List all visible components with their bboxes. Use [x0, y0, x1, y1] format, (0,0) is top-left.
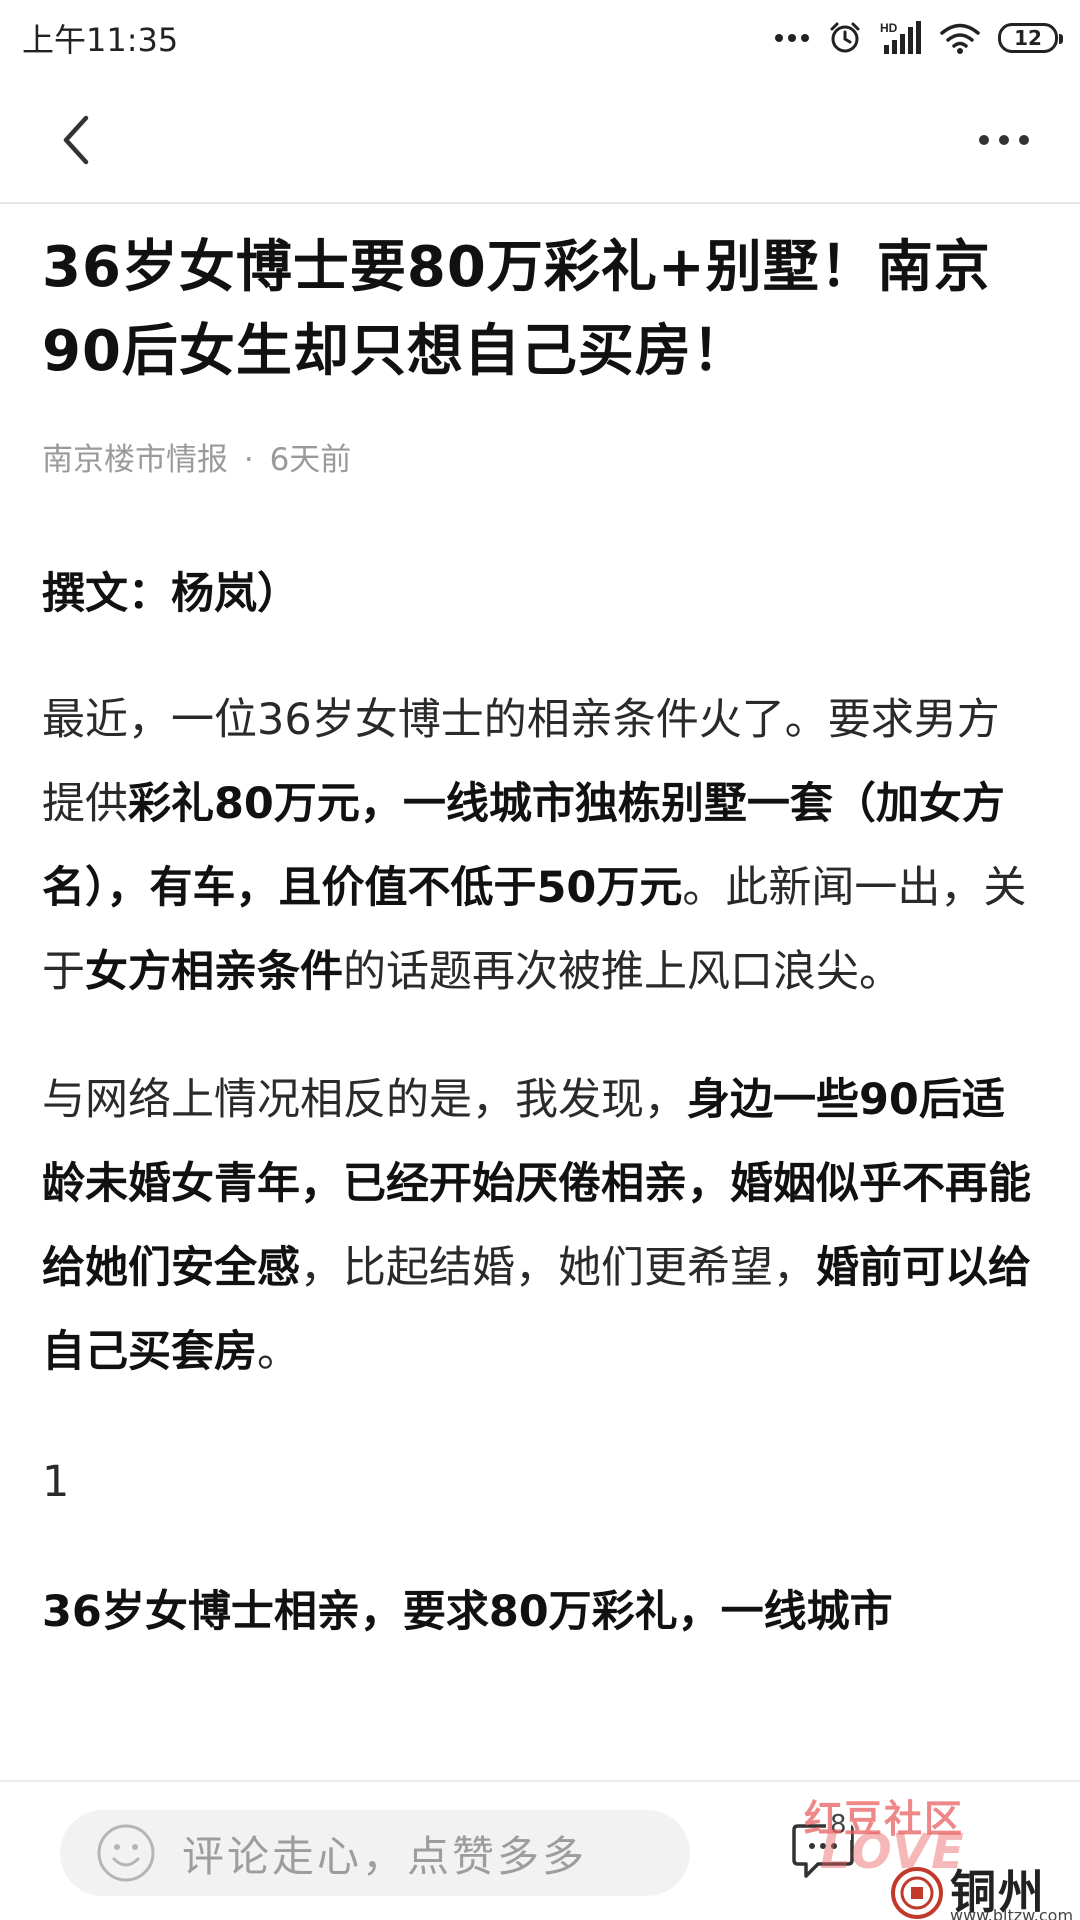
article-page: 上午11:35 HD 12 36岁女博士要80万彩礼+别墅！南京90后女生却只想…: [0, 0, 1080, 1920]
paragraph-2-text-c: ，比起结婚，她们更希望，: [300, 1243, 816, 1293]
article-time: 6天前: [269, 442, 352, 478]
section-number: 1: [42, 1457, 70, 1507]
more-horizontal-icon: [979, 135, 1029, 145]
status-icons: HD 12: [774, 21, 1063, 55]
more-dots-icon: [774, 32, 810, 44]
bottom-comment-bar: 评论走心，点赞多多 8: [0, 1780, 1080, 1920]
article-body: 36岁女博士要80万彩礼+别墅！南京90后女生却只想自己买房！ 南京楼市情报 ·…: [0, 204, 1080, 1654]
paragraph-2-text-a: 与网络上情况相反的是，我发现，: [42, 1075, 687, 1125]
byline-text: 撰文：杨岚）: [42, 569, 300, 619]
back-button[interactable]: [40, 104, 112, 176]
comment-placeholder: 评论走心，点赞多多: [182, 1831, 588, 1881]
battery-level: 12: [1014, 26, 1042, 50]
paragraph-1-bold-d: 女方相亲条件: [85, 947, 343, 997]
status-time: 上午11:35: [22, 21, 179, 59]
article-byline: 撰文：杨岚）: [42, 552, 1038, 636]
paragraph-3-bold: 36岁女博士相亲，要求80万彩礼，一线城市: [42, 1587, 893, 1637]
signal-icon: HD: [880, 21, 922, 55]
status-bar: 上午11:35 HD 12: [0, 0, 1080, 76]
wifi-icon: [940, 22, 980, 54]
article-title: 36岁女博士要80万彩礼+别墅！南京90后女生却只想自己买房！: [42, 235, 991, 384]
paragraph-1: 最近，一位36岁女博士的相亲条件火了。要求男方提供彩礼80万元，一线城市独栋别墅…: [42, 678, 1038, 1014]
more-options-button[interactable]: [968, 104, 1040, 176]
comment-input[interactable]: 评论走心，点赞多多: [60, 1810, 690, 1896]
article-source[interactable]: 南京楼市情报: [42, 442, 228, 478]
chevron-left-icon: [63, 115, 89, 165]
comments-button[interactable]: 8: [790, 1810, 870, 1890]
article-meta: 南京楼市情报 · 6天前: [42, 440, 1038, 480]
meta-separator: ·: [243, 442, 254, 478]
alarm-icon: [828, 21, 862, 55]
paragraph-1-text-e: 的话题再次被推上风口浪尖。: [343, 947, 902, 997]
paragraph-3: 36岁女博士相亲，要求80万彩礼，一线城市: [42, 1570, 1038, 1654]
paragraph-2: 与网络上情况相反的是，我发现，身边一些90后适龄未婚女青年，已经开始厌倦相亲，婚…: [42, 1058, 1038, 1394]
smiley-icon: [97, 1824, 155, 1882]
network-type-label: HD: [880, 21, 898, 35]
comment-count: 8: [826, 1810, 851, 1840]
nav-bar: [0, 76, 1080, 204]
battery-icon: 12: [998, 23, 1063, 53]
paragraph-2-text-e: 。: [257, 1327, 300, 1377]
